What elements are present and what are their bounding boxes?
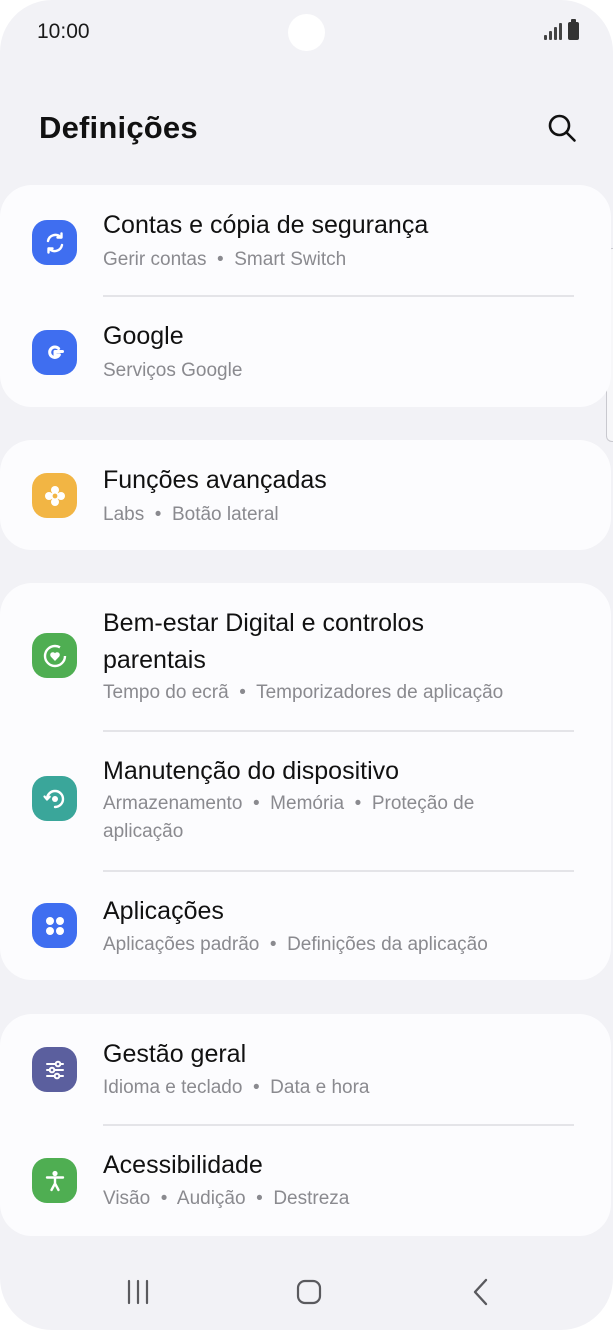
page-title: Definições — [39, 110, 198, 145]
item-title: Contas e cópia de segurança — [103, 211, 429, 239]
item-subtitle: Aplicações padrão • Definições da aplica… — [103, 934, 488, 955]
settings-group-general: Gestão geral Idioma e teclado • Data e h… — [0, 1014, 611, 1236]
item-title: Acessibilidade — [103, 1151, 263, 1179]
settings-item-google[interactable]: Google Serviços Google — [0, 296, 611, 407]
home-icon — [296, 1279, 322, 1305]
back-button[interactable] — [451, 1270, 511, 1314]
item-title: Bem-estar Digital e controlos parentais — [103, 609, 424, 674]
item-subtitle: Serviços Google — [103, 360, 243, 381]
back-icon — [473, 1278, 488, 1306]
item-subtitle: Tempo do ecrã • Temporizadores de aplica… — [103, 682, 504, 703]
item-title: Funções avançadas — [103, 466, 327, 494]
device-care-icon — [32, 776, 77, 821]
settings-item-apps[interactable]: Aplicações Aplicações padrão • Definiçõe… — [0, 871, 611, 980]
status-bar: 10:00 — [0, 0, 613, 64]
accessibility-icon — [32, 1158, 77, 1203]
apps-icon — [32, 903, 77, 948]
item-subtitle: Idioma e teclado • Data e hora — [103, 1077, 370, 1098]
item-title: Aplicações — [103, 897, 224, 925]
search-button[interactable] — [540, 108, 584, 148]
battery-icon — [568, 19, 579, 40]
settings-item-device-care[interactable]: Manutenção do dispositivo Armazenamento … — [0, 731, 611, 870]
recents-button[interactable] — [108, 1270, 168, 1314]
status-icons — [544, 19, 579, 40]
item-subtitle: Visão • Audição • Destreza — [103, 1188, 350, 1209]
search-icon — [548, 114, 576, 142]
signal-icon — [544, 22, 562, 40]
google-icon — [32, 330, 77, 375]
status-time: 10:00 — [37, 20, 90, 43]
front-camera-cutout — [288, 14, 325, 51]
settings-group-device: Bem-estar Digital e controlos parentais … — [0, 583, 611, 980]
settings-group-accounts: Contas e cópia de segurança Gerir contas… — [0, 185, 611, 407]
settings-item-digital-wellbeing[interactable]: Bem-estar Digital e controlos parentais … — [0, 583, 611, 730]
recents-icon — [127, 1279, 149, 1305]
settings-screen: 10:00 Definições Contas e cópia de segur… — [0, 0, 613, 1330]
item-subtitle: Gerir contas • Smart Switch — [103, 249, 347, 270]
item-title: Google — [103, 322, 184, 350]
digital-wellbeing-icon — [32, 633, 77, 678]
advanced-features-icon — [32, 473, 77, 518]
general-management-icon — [32, 1047, 77, 1092]
settings-group-advanced: Funções avançadas Labs • Botão lateral — [0, 440, 611, 550]
settings-item-accounts-backup[interactable]: Contas e cópia de segurança Gerir contas… — [0, 185, 611, 296]
home-button[interactable] — [279, 1270, 339, 1314]
settings-item-general-management[interactable]: Gestão geral Idioma e teclado • Data e h… — [0, 1014, 611, 1125]
item-title: Manutenção do dispositivo — [103, 757, 400, 785]
navigation-bar — [0, 1260, 613, 1330]
settings-item-advanced-features[interactable]: Funções avançadas Labs • Botão lateral — [0, 440, 611, 550]
sync-icon — [32, 220, 77, 265]
item-subtitle: Armazenamento • Memória • Proteção de ap… — [103, 793, 480, 842]
settings-item-accessibility[interactable]: Acessibilidade Visão • Audição • Destrez… — [0, 1125, 611, 1236]
item-subtitle: Labs • Botão lateral — [103, 504, 279, 525]
item-title: Gestão geral — [103, 1040, 247, 1068]
